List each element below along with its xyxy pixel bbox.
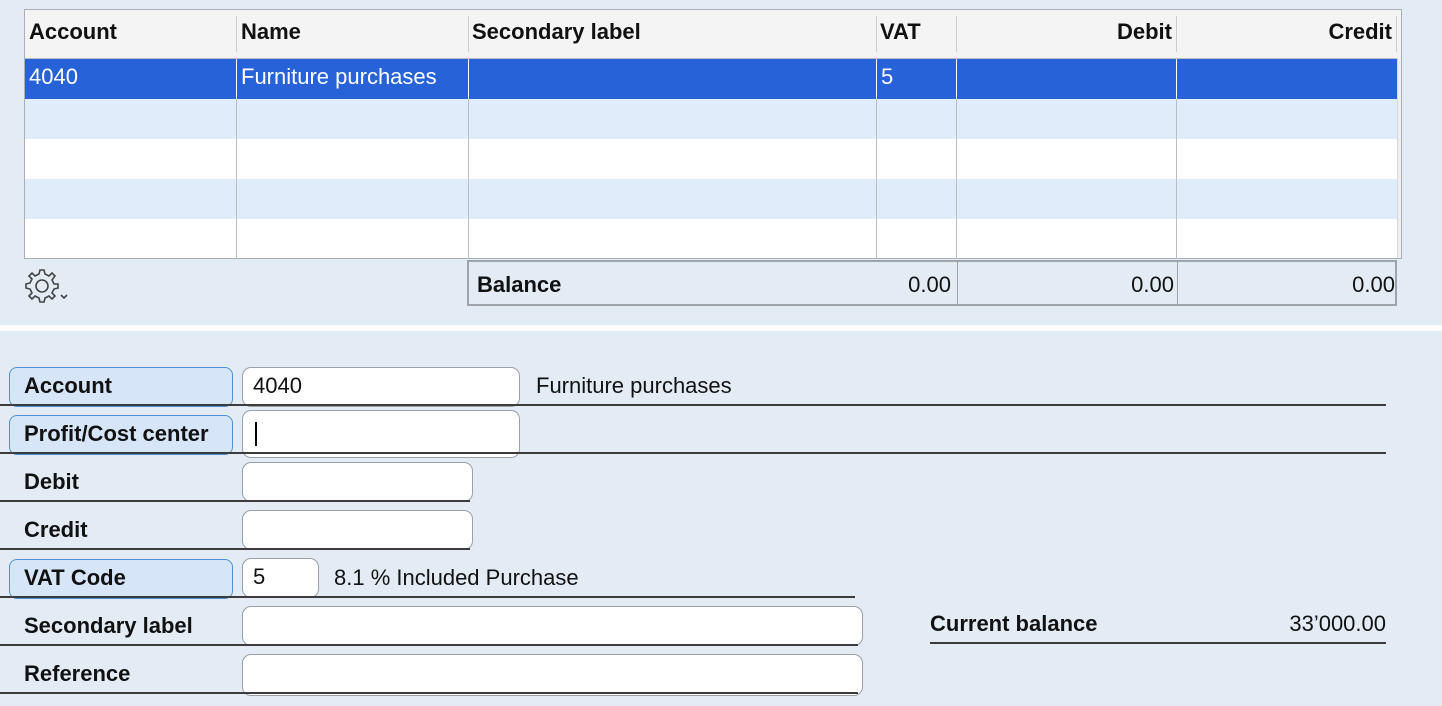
balance-row: Balance 0.00 0.00 0.00: [467, 260, 1397, 306]
gear-icon[interactable]: [22, 266, 74, 306]
balance-label: Balance: [477, 272, 562, 297]
debit-input[interactable]: [242, 462, 473, 502]
account-label: Account: [24, 373, 112, 398]
table-header: Account Name Secondary label VAT Debit C…: [25, 10, 1401, 59]
cell-account[interactable]: 4040: [25, 59, 237, 99]
secondary-label-label: Secondary label: [24, 613, 193, 638]
balance-debit-total: 0.00: [1131, 272, 1174, 297]
cell-debit[interactable]: [957, 59, 1177, 99]
text-cursor: [255, 422, 257, 446]
cell-name[interactable]: Furniture purchases: [237, 59, 469, 99]
current-balance-value: 33’000.00: [1289, 611, 1386, 636]
cell-vat[interactable]: 5: [877, 59, 957, 99]
panel-divider: [0, 325, 1442, 331]
reference-label: Reference: [24, 661, 131, 686]
column-header-secondary-label[interactable]: Secondary label: [472, 19, 872, 45]
table-row-empty[interactable]: [25, 219, 1399, 259]
table-row[interactable]: 4040 Furniture purchases 5: [25, 59, 1399, 99]
profit-cost-center-label: Profit/Cost center: [24, 421, 209, 446]
column-header-name[interactable]: Name: [241, 19, 461, 45]
column-header-account[interactable]: Account: [29, 19, 229, 45]
table-scrollbar[interactable]: [1397, 58, 1401, 258]
credit-label: Credit: [24, 517, 88, 542]
balance-credit-total: 0.00: [1352, 272, 1395, 297]
journal-table: Account Name Secondary label VAT Debit C…: [24, 9, 1402, 259]
column-header-vat[interactable]: VAT: [880, 19, 950, 45]
current-balance-label: Current balance: [930, 611, 1098, 636]
table-row-empty[interactable]: [25, 179, 1399, 219]
vat-code-description: 8.1 % Included Purchase: [334, 565, 579, 590]
column-header-debit[interactable]: Debit: [958, 19, 1172, 45]
vat-code-label: VAT Code: [24, 565, 126, 590]
cell-secondary-label[interactable]: [469, 59, 877, 99]
account-input[interactable]: 4040: [242, 367, 520, 407]
credit-input[interactable]: [242, 510, 473, 550]
reference-input[interactable]: [242, 654, 863, 696]
vat-code-input[interactable]: 5: [242, 558, 319, 598]
account-description: Furniture purchases: [536, 373, 732, 398]
secondary-label-input[interactable]: [242, 606, 863, 646]
table-row-empty[interactable]: [25, 139, 1399, 179]
cell-credit[interactable]: [1177, 59, 1399, 99]
debit-label: Debit: [24, 469, 79, 494]
profit-cost-center-input[interactable]: [242, 410, 520, 458]
balance-vat-total: 0.00: [908, 272, 951, 297]
table-row-empty[interactable]: [25, 99, 1399, 139]
column-header-credit[interactable]: Credit: [1178, 19, 1392, 45]
